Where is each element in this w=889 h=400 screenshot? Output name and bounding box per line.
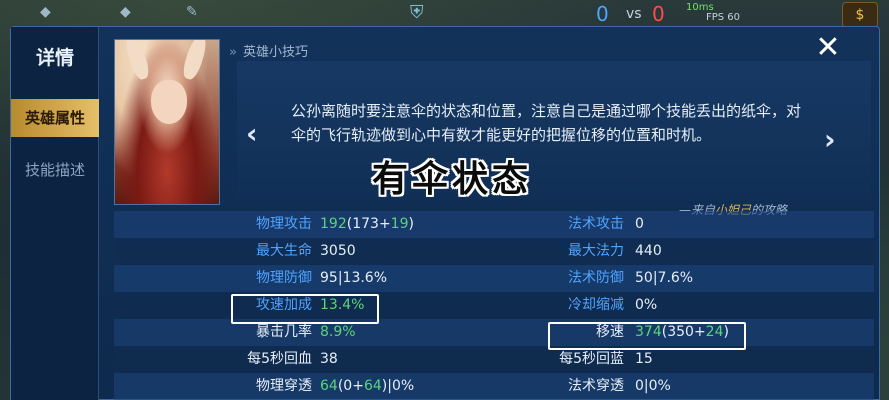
overlay-caption: 有伞状态: [372, 158, 533, 200]
hero-portrait-ear: [122, 40, 152, 82]
stat-label-magic-penetration: 法术穿透: [568, 378, 624, 394]
tab-hero-attributes[interactable]: 英雄属性: [11, 99, 99, 137]
map-marker-icon: ◆: [40, 4, 51, 20]
stat-row: 攻速加成 13.4% 冷却缩减 0%: [114, 292, 874, 319]
stat-label-hp-regen: 每5秒回血: [247, 351, 312, 367]
stat-row: 每5秒回血 38 每5秒回蓝 15: [114, 346, 874, 373]
stat-label-max-hp: 最大生命: [256, 243, 312, 259]
stat-value-magic-penetration: 0|0%: [635, 378, 671, 394]
stat-value-hp-regen: 38: [320, 351, 338, 367]
stat-value-bonus: 64: [363, 378, 382, 394]
stat-row: 物理防御 95|13.6% 法术防御 50|7.6%: [114, 265, 874, 292]
stat-label-physical-defense: 物理防御: [256, 270, 312, 286]
hero-detail-panel: 详情 英雄属性 技能描述 ✕ » 英雄小技巧 ‹ › 公孙离随时要注意伞的状态和位…: [10, 26, 880, 400]
stat-plus: +: [378, 216, 391, 232]
fps-readout: FPS 60: [706, 12, 741, 23]
stat-value-mana-regen: 15: [635, 351, 653, 367]
stat-row: 最大生命 3050 最大法力 440: [114, 238, 874, 265]
stat-label-magic-defense: 法术防御: [568, 270, 624, 286]
next-tip-button[interactable]: ›: [824, 123, 836, 156]
stat-value-percent: |0%: [387, 378, 415, 394]
map-marker-icon: ◆: [120, 4, 131, 20]
score-blue: 0: [596, 2, 609, 26]
stat-value-cooldown-reduction: 0%: [635, 297, 658, 313]
stat-value-magic-defense: 50|7.6%: [635, 270, 694, 286]
highlight-box-attack-speed: [231, 294, 379, 324]
hero-portrait: [114, 39, 220, 205]
wrench-icon: ✎: [186, 4, 198, 20]
stat-value-physical-penetration: 64(0+64)|0%: [320, 373, 414, 400]
tab-skill-description[interactable]: 技能描述: [11, 151, 99, 189]
stat-value-physical-attack: 192(173+19): [320, 211, 414, 238]
gold-icon: $: [855, 7, 865, 23]
chevron-right-icon: »: [229, 45, 237, 60]
stat-value-physical-defense: 95|13.6%: [320, 270, 388, 286]
stat-row: 物理攻击 192(173+19) 法术攻击 0: [114, 211, 874, 238]
stat-value-base: 173: [352, 216, 379, 232]
sidebar-title: 详情: [35, 47, 74, 69]
hero-portrait-ear: [180, 40, 210, 82]
stat-label-mana-regen: 每5秒回蓝: [559, 351, 624, 367]
shield-icon: ⛨: [410, 2, 424, 23]
hero-portrait-face: [151, 80, 187, 124]
top-hud: ◆ ◆ ✎ ⛨ 0 vs 0 10ms FPS 60 $: [0, 0, 889, 28]
score-vs: vs: [626, 6, 642, 22]
detail-sidebar: 详情 英雄属性 技能描述: [11, 27, 99, 400]
stat-row: 暴击几率 8.9% 移速 374(350+24): [114, 319, 874, 346]
tips-header: » 英雄小技巧: [229, 41, 308, 60]
stat-label-max-mana: 最大法力: [568, 243, 624, 259]
stat-value-base: 0: [343, 378, 353, 394]
tip-text: 公孙离随时要注意伞的状态和位置，注意自己是通过哪个技能丢出的纸伞，对伞的飞行轨迹…: [291, 102, 802, 144]
stat-paren: ): [408, 216, 414, 232]
stat-label-magic-attack: 法术攻击: [568, 216, 624, 232]
stat-value-total: 64: [320, 378, 338, 394]
shop-button[interactable]: $: [842, 2, 878, 28]
tips-header-label: 英雄小技巧: [242, 45, 308, 60]
score-red: 0: [652, 2, 665, 26]
stat-value-total: 192: [320, 216, 347, 232]
stat-value-bonus: 19: [390, 216, 409, 232]
stat-value-max-hp: 3050: [320, 243, 356, 259]
highlight-box-move-speed: [548, 322, 746, 350]
stat-plus: +: [352, 378, 364, 394]
stat-row: 物理穿透 64(0+64)|0% 法术穿透 0|0%: [114, 373, 874, 400]
stat-label-physical-penetration: 物理穿透: [256, 378, 312, 394]
prev-tip-button[interactable]: ‹: [246, 117, 258, 150]
stats-table: 物理攻击 192(173+19) 法术攻击 0 最大生命 3050 最大法力 4…: [114, 211, 874, 400]
stat-label-cooldown-reduction: 冷却缩减: [568, 297, 624, 313]
stat-label-physical-attack: 物理攻击: [256, 216, 312, 232]
stat-value-max-mana: 440: [635, 243, 662, 259]
stat-value-magic-attack: 0: [635, 216, 644, 232]
